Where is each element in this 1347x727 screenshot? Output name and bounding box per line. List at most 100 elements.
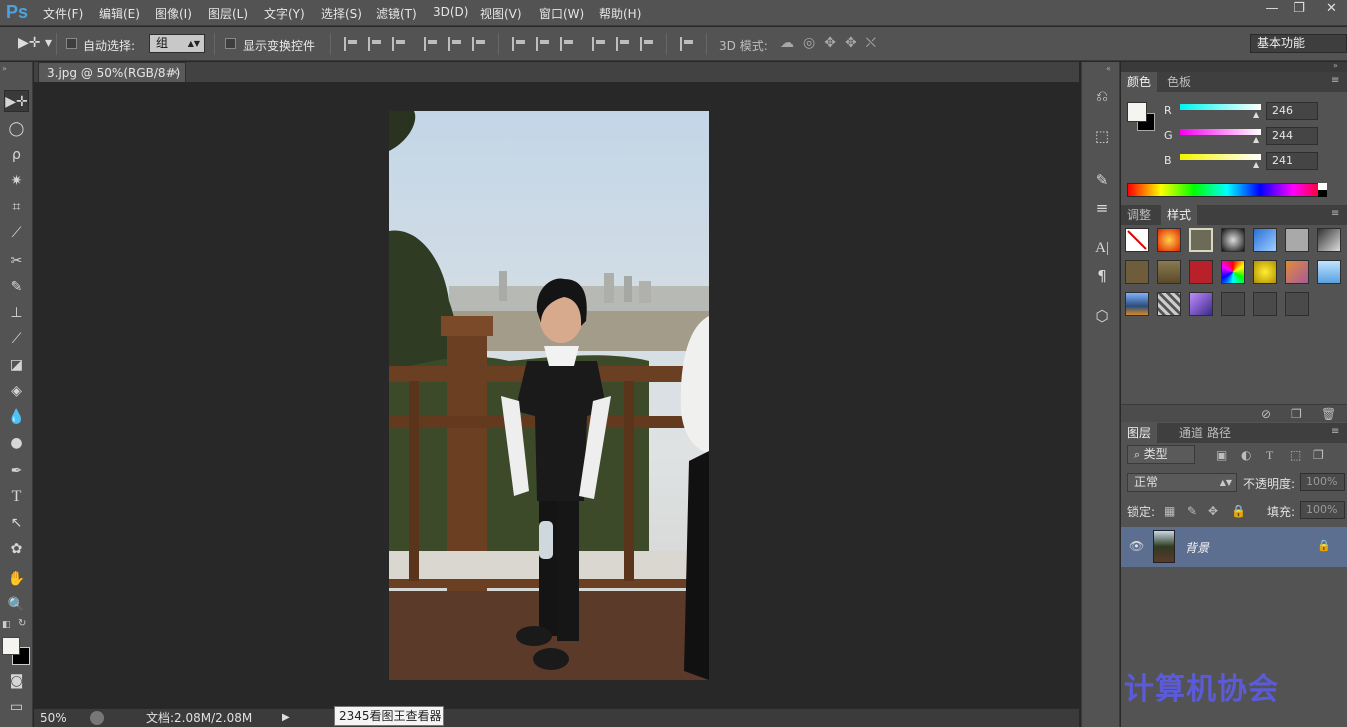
delete-style-icon[interactable]: 🗑	[1321, 407, 1336, 421]
align-left-icon[interactable]	[424, 37, 438, 51]
3d-mode-icons[interactable]: ☁◎✥✥⛌	[780, 35, 885, 51]
3d-panel-icon[interactable]: ⬡	[1092, 306, 1112, 326]
menu-edit[interactable]: 编辑(E)	[99, 5, 140, 22]
align-hcenter-icon[interactable]	[448, 37, 462, 51]
menu-3d[interactable]: 3D(D)	[433, 5, 468, 19]
magic-wand-tool-icon[interactable]: ✷	[4, 170, 29, 192]
style-swatch[interactable]	[1189, 260, 1213, 284]
minimize-button[interactable]: —	[1257, 0, 1287, 18]
style-swatch[interactable]	[1125, 260, 1149, 284]
layer-name[interactable]: 背景	[1185, 539, 1209, 556]
path-selection-tool-icon[interactable]: ↖	[4, 512, 29, 534]
move-tool-icon[interactable]: ▶✛	[4, 90, 29, 112]
slider-thumb-icon[interactable]: ▲	[1253, 160, 1259, 169]
lock-all-icon[interactable]: 🔒	[1231, 504, 1246, 518]
style-swatch[interactable]	[1253, 260, 1277, 284]
blend-mode-dropdown[interactable]: 正常 ▲▼	[1127, 473, 1237, 492]
align-vcenter-icon[interactable]	[368, 37, 382, 51]
tab-color[interactable]: 颜色	[1121, 72, 1158, 92]
collapse-panels-icon[interactable]: »	[1333, 61, 1338, 70]
foreground-color-swatch[interactable]	[2, 637, 20, 655]
channel-r-slider[interactable]	[1180, 104, 1261, 110]
style-swatch[interactable]	[1253, 228, 1277, 252]
layer-row[interactable]: 👁 背景 🔒	[1121, 527, 1347, 567]
channel-b-slider[interactable]	[1180, 154, 1261, 160]
panel-menu-icon[interactable]: ≡	[1331, 208, 1339, 219]
style-swatch[interactable]	[1221, 292, 1245, 316]
align-top-icon[interactable]	[344, 37, 358, 51]
style-swatch[interactable]	[1221, 260, 1245, 284]
color-panel-fg-swatch[interactable]	[1127, 102, 1147, 122]
opacity-field[interactable]: 100%	[1300, 473, 1345, 491]
align-right-icon[interactable]	[472, 37, 486, 51]
filter-type-icon[interactable]: T	[1266, 448, 1273, 463]
status-arrow-icon[interactable]: ▶	[282, 712, 290, 723]
menu-type[interactable]: 文字(Y)	[264, 5, 305, 22]
lock-transparent-icon[interactable]: ▦	[1164, 504, 1175, 518]
quick-mask-icon[interactable]: ◙	[4, 670, 29, 692]
eye-icon[interactable]: 👁	[1129, 539, 1144, 553]
close-button[interactable]: ✕	[1316, 0, 1347, 18]
color-spectrum-bar[interactable]	[1127, 183, 1327, 197]
spectrum-black[interactable]	[1318, 190, 1327, 197]
style-swatch[interactable]	[1189, 292, 1213, 316]
distribute-hcenter-icon[interactable]	[616, 37, 630, 51]
channel-b-value[interactable]: 241	[1266, 152, 1318, 170]
default-colors-icon[interactable]: ◧	[2, 620, 11, 630]
move-tool-preset-icon[interactable]: ▶✛ ▾	[18, 35, 52, 51]
properties-panel-icon[interactable]: ⬚	[1092, 126, 1112, 146]
screen-mode-icon[interactable]: ▭	[4, 696, 29, 718]
lasso-tool-icon[interactable]: ρ	[4, 144, 29, 166]
style-none[interactable]	[1125, 228, 1149, 252]
channel-r-value[interactable]: 246	[1266, 102, 1318, 120]
brush-tool-icon[interactable]: ✎	[4, 276, 29, 298]
pen-tool-icon[interactable]: ✒	[4, 460, 29, 482]
filter-adjustment-icon[interactable]: ◐	[1241, 448, 1251, 462]
zoom-tool-icon[interactable]: 🔍	[4, 594, 29, 616]
document-tab[interactable]: 3.jpg @ 50%(RGB/8#) ×	[38, 62, 186, 82]
filter-smart-object-icon[interactable]: ❐	[1313, 448, 1324, 462]
new-style-icon[interactable]: ❐	[1291, 407, 1302, 421]
document-image[interactable]	[389, 111, 709, 680]
collapse-dock-icon[interactable]: «	[1106, 64, 1111, 73]
zoom-level-field[interactable]: 50%	[40, 710, 84, 726]
restore-button[interactable]: ❐	[1284, 0, 1314, 18]
spectrum-white[interactable]	[1318, 183, 1327, 190]
menu-view[interactable]: 视图(V)	[480, 5, 522, 22]
paint-bucket-tool-icon[interactable]: ◈	[4, 380, 29, 402]
slider-thumb-icon[interactable]: ▲	[1253, 110, 1259, 119]
menu-window[interactable]: 窗口(W)	[539, 5, 584, 22]
layer-filter-dropdown[interactable]: ⌕ 类型	[1127, 445, 1195, 464]
fill-field[interactable]: 100%	[1300, 501, 1345, 519]
style-swatch[interactable]	[1285, 292, 1309, 316]
crop-tool-icon[interactable]: ⌗	[4, 196, 29, 218]
auto-align-icon[interactable]	[680, 37, 694, 51]
slider-thumb-icon[interactable]: ▲	[1253, 135, 1259, 144]
panel-menu-icon[interactable]: ≡	[1331, 426, 1339, 437]
align-bottom-icon[interactable]	[392, 37, 406, 51]
distribute-right-icon[interactable]	[640, 37, 654, 51]
eraser-tool-icon[interactable]: ◪	[4, 354, 29, 376]
eyedropper-tool-icon[interactable]: ⟋	[4, 222, 29, 244]
menu-image[interactable]: 图像(I)	[155, 5, 192, 22]
menu-layer[interactable]: 图层(L)	[208, 5, 248, 22]
menu-filter[interactable]: 滤镜(T)	[376, 5, 417, 22]
blur-tool-icon[interactable]: 💧	[4, 406, 29, 428]
style-swatch[interactable]	[1221, 228, 1245, 252]
style-swatch[interactable]	[1253, 292, 1277, 316]
hand-tool-icon[interactable]: ✋	[4, 568, 29, 590]
history-brush-tool-icon[interactable]: ⟋	[4, 328, 29, 350]
lock-image-icon[interactable]: ✎	[1187, 504, 1197, 518]
auto-select-checkbox[interactable]	[66, 38, 77, 49]
tab-adjustments[interactable]: 调整	[1121, 205, 1157, 225]
swap-colors-icon[interactable]: ↻	[18, 618, 26, 629]
filter-pixel-icon[interactable]: ▣	[1216, 448, 1227, 462]
dodge-tool-icon[interactable]: ●	[4, 432, 29, 454]
style-swatch[interactable]	[1157, 260, 1181, 284]
tab-swatches[interactable]: 色板	[1161, 72, 1197, 92]
clone-stamp-tool-icon[interactable]: ⊥	[4, 302, 29, 324]
style-swatch[interactable]	[1285, 260, 1309, 284]
collapse-icon[interactable]: »	[2, 64, 7, 73]
healing-brush-tool-icon[interactable]: ✂	[4, 250, 29, 272]
shape-tool-icon[interactable]: ✿	[4, 538, 29, 560]
